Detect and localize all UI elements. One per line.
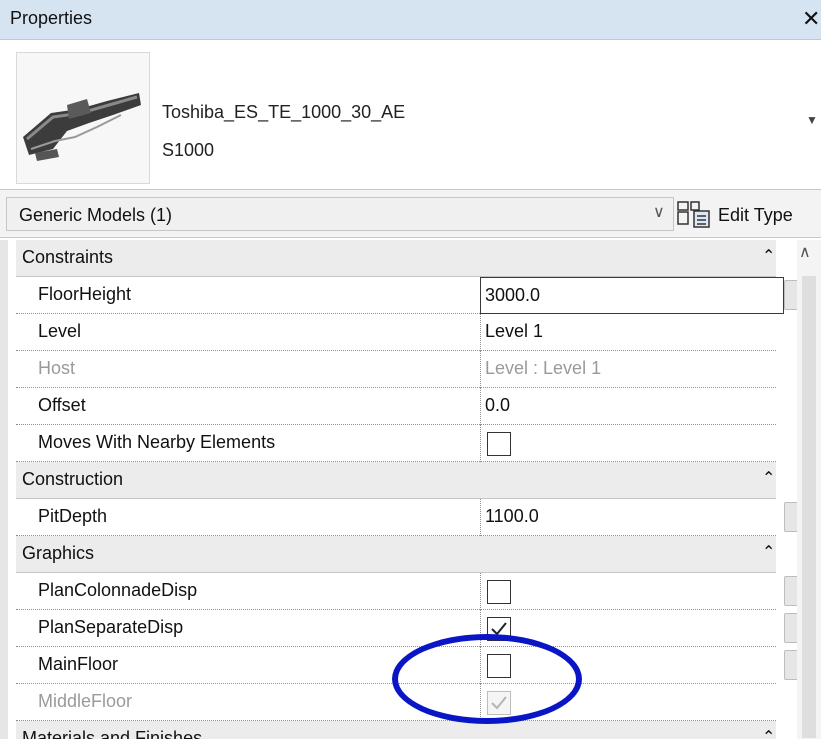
- type-name: S1000: [162, 140, 215, 160]
- category-label: Materials and Finishes: [22, 728, 203, 739]
- filter-bar: Generic Models (1) ∨ Edit Type: [0, 190, 821, 238]
- level-value-cell[interactable]: Level 1: [480, 314, 776, 351]
- param-name: PitDepth: [38, 506, 108, 526]
- category-materials-and-finishes[interactable]: Materials and Finishes ⌃: [16, 721, 776, 739]
- category-constraints[interactable]: Constraints ⌃: [16, 240, 776, 277]
- category-construction[interactable]: Construction ⌃: [16, 462, 776, 499]
- moves-with-value-cell: [480, 425, 776, 462]
- type-thumbnail-image: [16, 52, 150, 184]
- type-selector[interactable]: Toshiba_ES_TE_1000_30_AE S1000 ▼: [0, 40, 821, 190]
- param-row-plancolonnadedisp[interactable]: PlanColonnadeDisp: [16, 573, 776, 610]
- edit-type-icon: [676, 199, 712, 234]
- chevron-down-icon: ∨: [653, 204, 665, 221]
- param-value: 0.0: [485, 395, 511, 415]
- floorheight-input[interactable]: 3000.0: [480, 277, 784, 314]
- collapse-icon[interactable]: ⌃: [762, 468, 775, 488]
- category-label: Constraints: [22, 247, 114, 267]
- category-label: Graphics: [22, 543, 95, 563]
- category-graphics[interactable]: Graphics ⌃: [16, 536, 776, 573]
- category-filter-dropdown[interactable]: Generic Models (1) ∨: [6, 197, 674, 231]
- param-name: Level: [38, 321, 82, 341]
- host-value-cell: Level : Level 1: [480, 351, 776, 388]
- param-row-offset[interactable]: Offset 0.0: [16, 388, 776, 425]
- category-filter-value: Generic Models (1): [19, 205, 173, 225]
- param-row-planseparatedisp[interactable]: PlanSeparateDisp: [16, 610, 776, 647]
- close-icon[interactable]: ✕: [802, 6, 820, 32]
- param-name: PlanColonnadeDisp: [38, 580, 198, 600]
- collapse-icon[interactable]: ⌃: [762, 246, 775, 266]
- param-row-floorheight[interactable]: FloorHeight 3000.0: [16, 277, 784, 314]
- param-row-host: Host Level : Level 1: [16, 351, 776, 388]
- param-name: MainFloor: [38, 654, 119, 674]
- param-name: Offset: [38, 395, 86, 415]
- vertical-scrollbar[interactable]: ∧: [797, 240, 821, 739]
- annotation-ellipse: [392, 634, 582, 724]
- moves-with-checkbox[interactable]: [487, 432, 511, 456]
- type-dropdown-arrow-icon[interactable]: ▼: [806, 113, 818, 127]
- param-row-pitdepth[interactable]: PitDepth 1100.0: [16, 499, 776, 536]
- category-label: Construction: [22, 469, 124, 489]
- param-name: Host: [38, 358, 76, 378]
- plancolonnade-value-cell: [480, 573, 776, 610]
- param-name: MiddleFloor: [38, 691, 133, 711]
- offset-value-cell[interactable]: 0.0: [480, 388, 776, 425]
- param-value: Level 1: [485, 321, 544, 341]
- properties-title-bar: Properties ✕: [0, 0, 821, 40]
- param-value: 1100.0: [485, 506, 539, 526]
- param-value: Level : Level 1: [485, 358, 602, 378]
- param-name: Moves With Nearby Elements: [38, 432, 276, 452]
- param-name: FloorHeight: [38, 284, 132, 304]
- collapse-icon[interactable]: ⌃: [762, 542, 775, 562]
- pitdepth-value-cell[interactable]: 1100.0: [480, 499, 776, 536]
- edit-type-label: Edit Type: [718, 205, 793, 225]
- collapse-icon[interactable]: ⌃: [762, 727, 775, 739]
- scroll-up-icon[interactable]: ∧: [799, 242, 811, 262]
- param-value: 3000.0: [485, 285, 541, 305]
- plancolonnade-checkbox[interactable]: [487, 580, 511, 604]
- scrollbar-thumb[interactable]: [802, 276, 816, 738]
- type-family-name: Toshiba_ES_TE_1000_30_AE: [162, 102, 406, 122]
- param-name: PlanSeparateDisp: [38, 617, 184, 637]
- param-row-moves-with-nearby[interactable]: Moves With Nearby Elements: [16, 425, 776, 462]
- panel-title: Properties: [10, 8, 93, 28]
- param-row-level[interactable]: Level Level 1: [16, 314, 776, 351]
